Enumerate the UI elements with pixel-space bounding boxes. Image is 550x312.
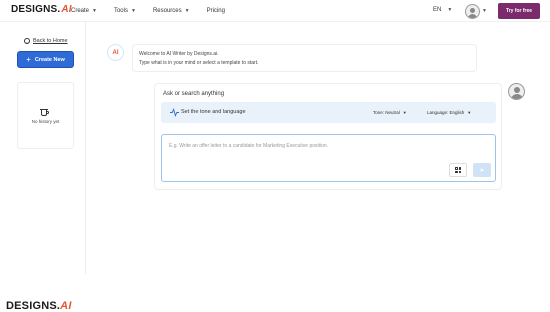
history-empty-text: No history yet xyxy=(31,118,60,124)
sidebar: ← Back to Home + Create New No history y… xyxy=(0,22,86,274)
welcome-message: Welcome to AI Writer by Designs.ai. Type… xyxy=(132,44,477,72)
chevron-down-icon[interactable]: ▼ xyxy=(482,8,487,14)
prompt-placeholder: E.g. Write an offer letter to a candidat… xyxy=(169,143,329,149)
nav-resources[interactable]: Resources ▼ xyxy=(153,8,190,14)
coffee-cup-icon xyxy=(40,108,50,116)
language-select[interactable]: Language: English ▼ xyxy=(427,108,471,117)
tone-select-value: Tone: Neutral xyxy=(373,110,400,115)
composer-title: Ask or search anything xyxy=(163,91,225,97)
avatar-body xyxy=(468,14,477,18)
welcome-line-2: Type what is in your mind or select a te… xyxy=(139,60,259,66)
create-new-button[interactable]: + Create New xyxy=(17,51,74,68)
chevron-down-icon: ▼ xyxy=(92,8,97,14)
plus-icon: + xyxy=(26,55,31,64)
bot-avatar: AI xyxy=(107,44,124,61)
nav-tools[interactable]: Tools ▼ xyxy=(114,8,136,14)
send-button[interactable]: ➤ xyxy=(473,163,491,177)
back-to-home-label: Back to Home xyxy=(33,38,68,44)
footer-logo-text: DESIGNS. xyxy=(6,300,61,312)
tone-language-bar: Set the tone and language Tone: Neutral ▼… xyxy=(161,102,496,123)
language-selector[interactable]: EN ▼ xyxy=(433,7,452,13)
chevron-down-icon: ▼ xyxy=(467,110,472,115)
footer-logo-ai: AI xyxy=(60,300,72,312)
create-new-label: Create New xyxy=(34,56,65,63)
language-label: EN xyxy=(433,7,442,13)
user-avatar xyxy=(508,83,525,100)
user-avatar-menu[interactable] xyxy=(465,4,480,19)
send-icon: ➤ xyxy=(479,167,485,174)
language-select-value: Language: English xyxy=(427,110,465,115)
nav-tools-label: Tools xyxy=(113,8,128,14)
main-nav: Create ▼ Tools ▼ Resources ▼ Pricing xyxy=(71,0,242,22)
nav-resources-label: Resources xyxy=(152,8,182,14)
try-for-free-button[interactable]: Try for free xyxy=(498,3,540,19)
nav-create-label: Create xyxy=(71,8,90,14)
footer-logo[interactable]: DESIGNS.AI xyxy=(6,300,72,312)
grid-icon xyxy=(455,167,461,173)
chevron-down-icon: ▼ xyxy=(402,110,407,115)
avatar-head xyxy=(470,8,475,13)
tone-language-label: Set the tone and language xyxy=(181,109,246,115)
pulse-icon xyxy=(170,108,179,117)
nav-pricing[interactable]: Pricing xyxy=(207,8,225,14)
tone-select[interactable]: Tone: Neutral ▼ xyxy=(373,108,407,117)
nav-pricing-label: Pricing xyxy=(206,8,225,14)
chevron-down-icon: ▼ xyxy=(130,8,136,14)
history-panel: No history yet xyxy=(17,82,74,149)
chevron-down-icon: ▼ xyxy=(184,8,190,14)
bot-avatar-text: AI xyxy=(112,49,119,56)
welcome-line-1: Welcome to AI Writer by Designs.ai. xyxy=(139,51,219,57)
templates-button[interactable] xyxy=(449,163,467,177)
logo-text: DESIGNS. xyxy=(11,4,61,15)
nav-create[interactable]: Create ▼ xyxy=(71,8,97,14)
designs-logo[interactable]: DESIGNS. AI xyxy=(11,4,72,15)
top-navigation: DESIGNS. AI Create ▼ Tools ▼ Resources ▼ Pri… xyxy=(0,0,550,22)
back-to-home-link[interactable]: ← Back to Home xyxy=(24,38,68,44)
prompt-input[interactable]: E.g. Write an offer letter to a candidat… xyxy=(161,134,496,182)
composer-card: Ask or search anything Set the tone and … xyxy=(154,83,502,190)
chevron-down-icon: ▼ xyxy=(447,7,453,13)
arrow-left-icon: ← xyxy=(24,38,30,44)
